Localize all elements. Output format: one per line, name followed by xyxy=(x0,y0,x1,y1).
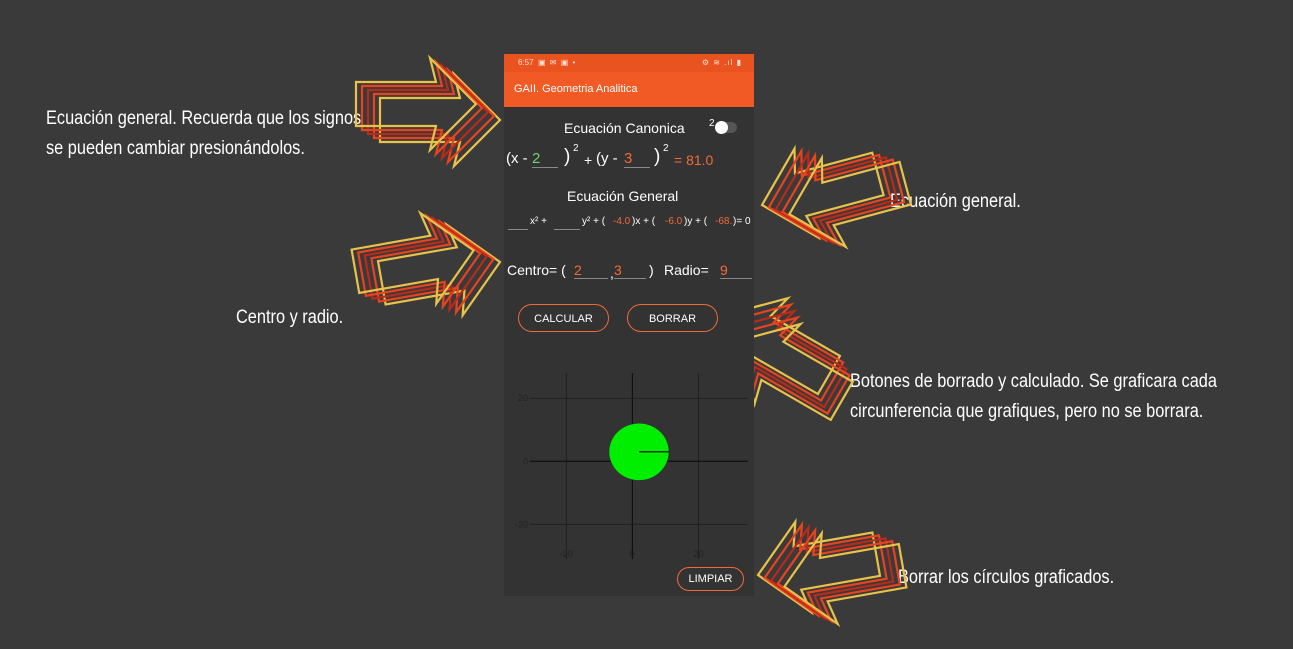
toggle-hint: 2 xyxy=(709,118,715,129)
limpiar-button[interactable]: LIMPIAR xyxy=(677,567,744,591)
x-sign-button[interactable]: (x - xyxy=(506,150,528,167)
f-input[interactable]: -68. xyxy=(715,216,732,227)
centro-label: Centro= ( xyxy=(507,262,566,278)
arrow-right-icon xyxy=(346,204,510,330)
a-input[interactable] xyxy=(508,215,528,230)
canonical-toggle[interactable] xyxy=(715,121,737,134)
exponent: 2 xyxy=(573,143,579,154)
x-tick-label: -20 xyxy=(560,549,573,559)
arrow-left-icon xyxy=(748,128,919,260)
notification-icons: ▣ ✉ ▣ • xyxy=(538,58,577,67)
k-input[interactable]: 3 xyxy=(624,150,650,168)
close-paren: ) xyxy=(564,146,571,167)
d-input[interactable]: -4.0 xyxy=(613,216,630,227)
y-sign-button[interactable]: (y - xyxy=(596,150,618,167)
arrow-left-icon xyxy=(748,507,912,633)
app-title: GAII. Geometria Analitica xyxy=(514,83,638,95)
system-icons: ⚙ ≋ .ıl ▮ xyxy=(701,58,742,67)
app-bar: GAII. Geometria Analitica xyxy=(504,72,754,107)
x-tick-label: 20 xyxy=(693,549,703,559)
x-term: )x + ( xyxy=(632,216,656,227)
y-term: )y + ( xyxy=(684,216,708,227)
status-time: 6:57 xyxy=(518,58,534,67)
x-tick-label: 0 xyxy=(630,549,635,559)
radio-label: Radio= xyxy=(664,262,709,278)
toggle-knob[interactable] xyxy=(715,121,728,134)
centro-x-input[interactable]: 2 xyxy=(574,262,608,279)
b-input[interactable] xyxy=(554,215,580,230)
x2-term: x² + xyxy=(530,216,547,227)
y-tick-label: 20 xyxy=(518,393,528,403)
r-squared-value: = 81.0 xyxy=(674,152,714,168)
borrar-button[interactable]: BORRAR xyxy=(627,304,718,332)
arrow-right-icon xyxy=(354,56,502,168)
calcular-button[interactable]: CALCULAR xyxy=(518,304,609,332)
y-tick-label: 0 xyxy=(523,456,528,466)
circle-plot: -20 0 20 20 0 -20 xyxy=(515,373,748,559)
plus-sign: + xyxy=(584,152,593,168)
equation-end: )= 0 xyxy=(733,216,751,227)
canonical-heading: Ecuación Canonica xyxy=(564,120,685,136)
centro-y-input[interactable]: 3 xyxy=(614,262,646,279)
y2-term: y² + ( xyxy=(582,216,606,227)
general-heading: Ecuación General xyxy=(567,188,679,204)
exponent: 2 xyxy=(663,143,669,154)
y-tick-label: -20 xyxy=(515,519,528,529)
phone-screen: 6:57 ▣ ✉ ▣ • ⚙ ≋ .ıl ▮ GAII. Geometria A… xyxy=(504,54,754,596)
centro-close: ) xyxy=(649,262,654,278)
radio-input[interactable]: 9 xyxy=(720,262,752,279)
status-bar: 6:57 ▣ ✉ ▣ • ⚙ ≋ .ıl ▮ xyxy=(504,54,754,72)
close-paren: ) xyxy=(654,146,661,167)
h-input[interactable]: 2 xyxy=(532,150,558,168)
e-input[interactable]: -6.0 xyxy=(665,216,682,227)
